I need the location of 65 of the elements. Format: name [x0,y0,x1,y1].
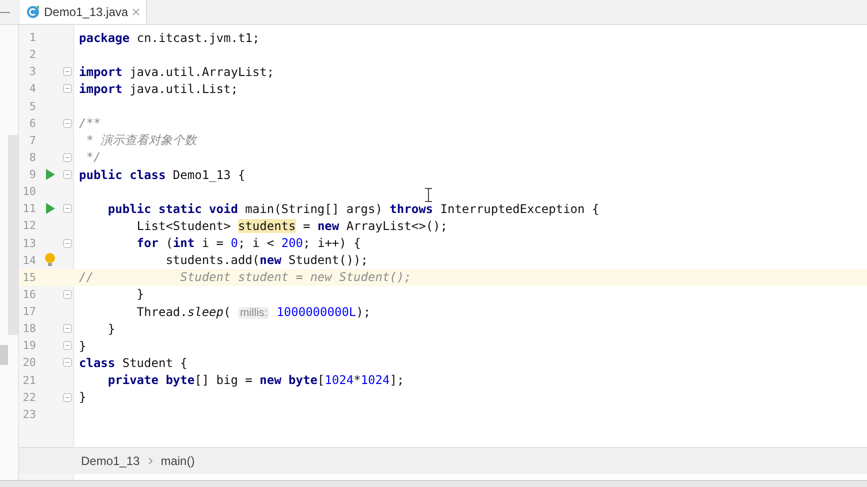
code-line: Thread.sleep( millis: 1000000000L); [136,304,371,319]
line-number: 7 [28,134,36,147]
code-line: students.add(new Student()); [164,253,368,268]
line-number: 10 [22,185,36,198]
fold-icon[interactable] [62,118,72,128]
line-number: 16 [22,288,36,301]
line-number: 22 [22,390,36,404]
line-number: 11 [22,202,36,216]
code-line: for (int i = 0; i < 200; i++) { [136,236,361,250]
fold-icon[interactable] [62,67,72,76]
fold-icon[interactable] [62,324,72,334]
class-file-icon [26,5,40,19]
fold-icon[interactable] [62,341,72,350]
line-number: 18 [22,322,36,336]
code-line: /** [79,116,101,130]
line-number: 5 [28,100,36,113]
line-number: 17 [22,305,36,318]
fold-icon[interactable] [62,204,72,214]
line-number: 12 [22,219,36,232]
line-number: 1 [28,31,36,44]
code-line: public class Demo1_13 { [79,168,246,182]
code-line: List<Student> students = new ArrayList<>(); [136,218,448,233]
code-line: private byte[] big = new byte[1024*1024]; [106,373,404,388]
code-line: import java.util.ArrayList; [79,64,274,79]
close-icon[interactable] [132,8,140,16]
line-number: 14 [22,254,36,267]
line-number: 13 [22,236,36,250]
line-number: 19 [22,339,36,352]
code-line: class Student { [79,356,188,370]
line-number: 21 [22,374,36,387]
code-line: * 演示查看对象个数 [85,132,197,149]
fold-icon[interactable] [62,290,72,299]
line-number: 4 [28,82,36,96]
line-number: 15 [22,270,36,284]
run-icon[interactable] [46,203,54,214]
code-line: } [136,287,144,302]
run-icon[interactable] [46,169,54,180]
line-number: 23 [22,408,36,421]
line-number: 6 [28,116,36,130]
code-line: import java.util.List; [79,82,238,96]
fold-icon[interactable] [62,392,72,402]
breadcrumb[interactable]: main() [160,454,195,468]
code-line: public static void main(String[] args) throws InterruptedException { [106,202,600,216]
code-line: package cn.itcast.jvm.t1; [79,30,260,45]
code-line: // Student student = new Student(); [79,270,412,284]
line-number: 9 [28,168,36,182]
fold-icon[interactable] [62,238,72,248]
line-number: 2 [28,48,36,62]
line-number: 3 [28,65,36,78]
breadcrumb[interactable]: Demo1_13 [81,454,140,468]
chevron-icon [148,457,153,465]
code-line: } [106,322,116,336]
code-line: */ [85,150,101,164]
line-number: 20 [22,356,36,370]
line-number: 8 [28,150,36,164]
fold-icon[interactable] [62,152,72,162]
lightbulb-icon[interactable] [45,253,55,268]
file-tab[interactable]: Demo1_13.java [20,0,148,24]
text-cursor-icon [425,188,432,202]
code-line: } [79,390,86,404]
fold-icon[interactable] [62,170,72,180]
fold-icon[interactable] [62,84,72,94]
fold-icon[interactable] [62,358,72,368]
code-line: } [79,338,86,353]
scroll-marker [0,345,8,365]
